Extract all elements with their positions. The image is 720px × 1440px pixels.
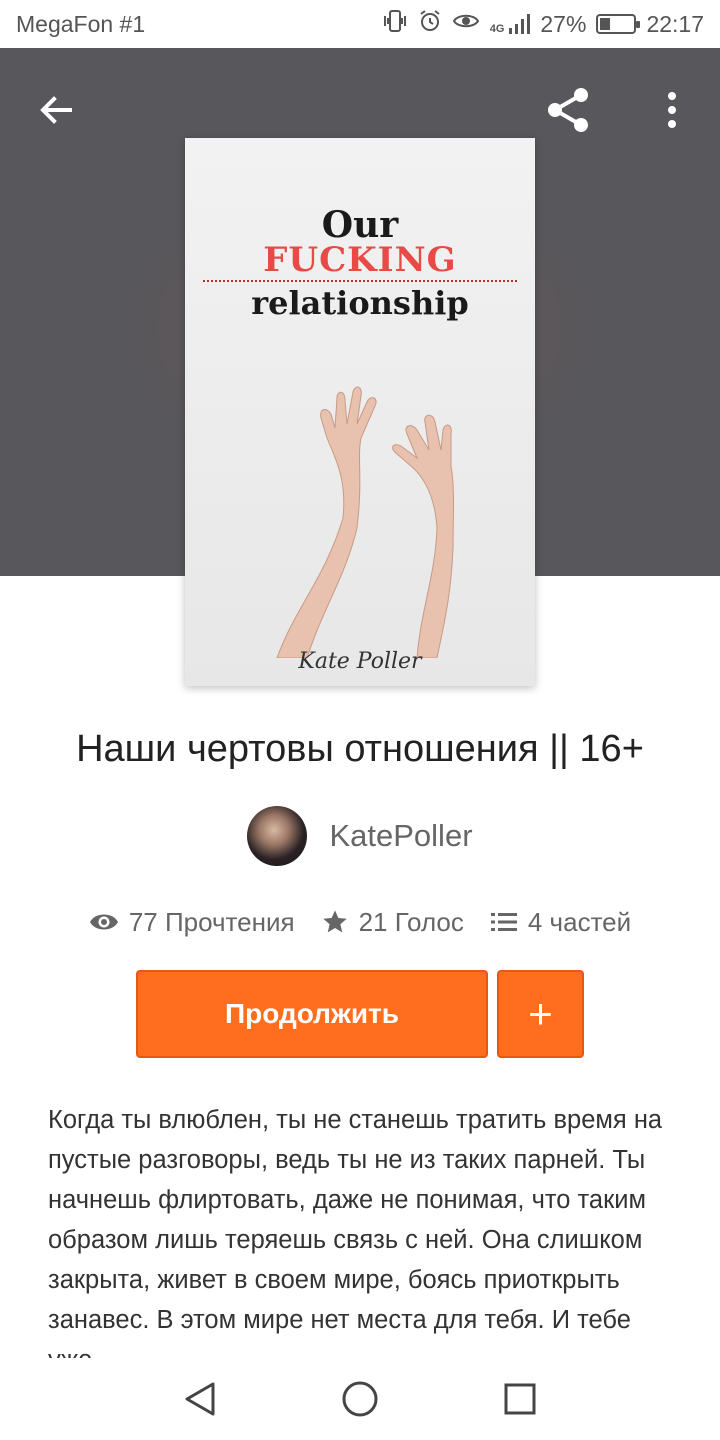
- status-icons: 4G 27% 22:17: [382, 9, 704, 39]
- network-type: 4G: [489, 23, 505, 35]
- votes-count: 21 Голос: [358, 906, 464, 937]
- book-cover[interactable]: Our FUCKING relationship Kate Poller: [185, 138, 535, 686]
- star-icon: [322, 910, 347, 933]
- more-options-button[interactable]: [644, 82, 700, 138]
- story-description: Когда ты влюблен, ты не станешь тратить …: [48, 1106, 663, 1362]
- more-vertical-icon: [668, 92, 676, 128]
- cover-title-line3: relationship: [251, 284, 469, 322]
- nav-home-button[interactable]: [335, 1374, 385, 1424]
- list-icon: [490, 913, 517, 931]
- author-row[interactable]: KatePoller: [0, 806, 720, 866]
- share-icon: [548, 88, 588, 132]
- cover-arms-illustration: [276, 386, 454, 658]
- back-button[interactable]: [28, 82, 84, 138]
- square-recents-icon: [504, 1383, 536, 1415]
- battery-percent: 27%: [540, 10, 587, 37]
- nav-recents-button[interactable]: [495, 1374, 545, 1424]
- alarm-icon: [418, 9, 442, 39]
- author-avatar[interactable]: [247, 806, 308, 866]
- battery-icon: [596, 14, 641, 34]
- triangle-back-icon: [185, 1382, 215, 1416]
- nav-back-button[interactable]: [175, 1374, 225, 1424]
- circle-home-icon: [342, 1381, 378, 1417]
- cover-title-line2: FUCKING: [263, 240, 457, 280]
- story-stats: 77 Прочтения 21 Голос 4 частей: [0, 900, 720, 944]
- cover-divider: [203, 280, 517, 282]
- carrier-name: MegaFon #1: [16, 10, 146, 37]
- arrow-left-icon: [40, 96, 72, 124]
- parts-count: 4 частей: [527, 906, 632, 937]
- action-buttons: Продолжить +: [136, 970, 584, 1058]
- story-title: Наши чертовы отношения || 16+: [76, 728, 644, 770]
- clock: 22:17: [646, 10, 704, 37]
- votes-stat: 21 Голос: [321, 907, 464, 938]
- eye-icon: [452, 9, 480, 39]
- reads-stat: 77 Прочтения: [89, 907, 295, 938]
- continue-reading-button[interactable]: Продолжить: [136, 970, 488, 1058]
- author-name[interactable]: KatePoller: [329, 818, 472, 854]
- status-bar: MegaFon #1 4G 27% 22:17: [0, 0, 720, 48]
- signal-icon: 4G: [490, 13, 531, 35]
- eye-icon: [89, 914, 118, 930]
- system-nav-bar: [0, 1358, 720, 1440]
- parts-stat: 4 частей: [490, 907, 631, 938]
- add-to-library-button[interactable]: +: [497, 970, 584, 1058]
- vibrate-icon: [382, 9, 408, 39]
- cover-author: Kate Poller: [298, 649, 422, 674]
- reads-count: 77 Прочтения: [128, 906, 295, 937]
- share-button[interactable]: [540, 82, 596, 138]
